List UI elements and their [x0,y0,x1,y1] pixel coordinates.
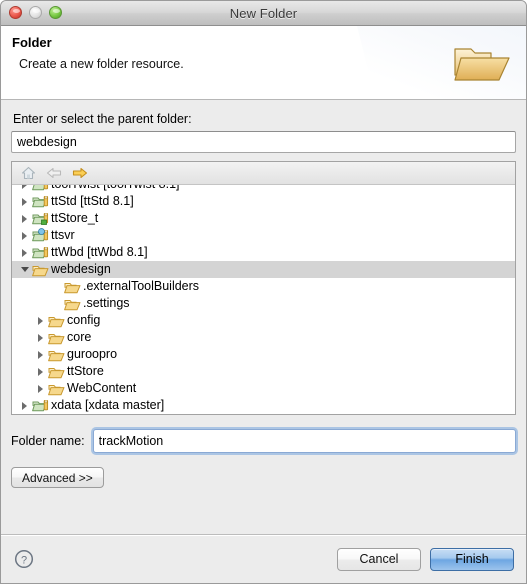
tree-row-label: ttStore_t [51,211,99,226]
tree-row[interactable]: .settings [12,295,515,312]
folder-name-field-wrap [92,429,516,453]
tree-row[interactable]: WebContent [12,380,515,397]
folder-icon [63,296,81,312]
tree-row[interactable]: .externalToolBuilders [12,278,515,295]
window-titlebar: New Folder [1,1,526,26]
tree-row-label: guroopro [67,347,118,362]
new-folder-dialog: New Folder Folder Create a new folder re… [0,0,527,584]
chevron-right-icon[interactable] [34,333,47,342]
chevron-right-icon[interactable] [18,185,31,189]
folder-icon [47,330,65,346]
tree-row[interactable]: webdesign [12,261,515,278]
parent-folder-input[interactable] [11,131,516,153]
tree-row-label: WebContent [67,381,137,396]
chevron-right-icon[interactable] [18,197,31,206]
tree-row[interactable]: config [12,312,515,329]
folder-icon [47,347,65,363]
tree-row-label: .externalToolBuilders [83,279,200,294]
tree-row[interactable]: xdata [xdata master] [12,397,515,414]
folder-icon [47,381,65,397]
project-icon [31,245,49,261]
chevron-right-icon[interactable] [34,350,47,359]
project-icon-decorated [31,211,49,227]
tree-row[interactable]: ttsvr [12,227,515,244]
open-folder-icon [454,48,510,81]
dialog-footer: ? Cancel Finish [1,534,526,583]
folder-name-label: Folder name: [11,434,85,448]
project-icon-globe [31,228,49,244]
help-question-icon[interactable]: ? [13,548,35,570]
chevron-right-icon[interactable] [18,231,31,240]
tree-row-label: webdesign [51,262,111,277]
tree-row[interactable]: ttStore_t [12,210,515,227]
folder-name-row: Folder name: [11,429,516,453]
home-icon[interactable] [18,164,38,182]
tree-row-label: toolTwist [toolTwist 8.1] [51,185,180,191]
tree-row-label: .settings [83,296,130,311]
chevron-right-icon[interactable] [18,214,31,223]
zoom-button[interactable] [49,6,62,19]
back-arrow-icon[interactable] [44,164,64,182]
tree-row-label: config [67,313,101,328]
folder-icon [47,313,65,329]
advanced-button[interactable]: Advanced >> [11,467,104,488]
project-icon [31,185,49,193]
folder-name-input[interactable] [92,429,516,453]
tree-row-label: core [67,330,92,345]
tree-toolbar [12,162,515,185]
chevron-right-icon[interactable] [18,248,31,257]
minimize-button[interactable] [29,6,42,19]
folder-tree-panel: toolTwist [toolTwist 8.1] ttStd [ttStd 8.… [11,161,516,415]
chevron-right-icon[interactable] [34,316,47,325]
chevron-right-icon[interactable] [34,367,47,376]
tree-row-label: ttWbd [ttWbd 8.1] [51,245,148,260]
tree-row[interactable]: toolTwist [toolTwist 8.1] [12,185,515,193]
tree-list: toolTwist [toolTwist 8.1] ttStd [ttStd 8.… [12,185,515,414]
folder-icon [47,364,65,380]
chevron-right-icon[interactable] [34,384,47,393]
finish-button[interactable]: Finish [430,547,514,571]
cancel-button[interactable]: Cancel [337,547,421,571]
chevron-down-icon[interactable] [18,267,31,272]
dialog-body: Enter or select the parent folder: webde… [1,100,526,534]
parent-folder-label: Enter or select the parent folder: [13,112,192,126]
tree-row-label: ttsvr [51,228,75,243]
window-title: New Folder [229,5,298,21]
close-button[interactable] [9,6,22,19]
forward-arrow-icon[interactable] [70,164,90,182]
tree-row[interactable]: ttStore [12,363,515,380]
page-description: Create a new folder resource. [19,57,184,71]
tree-row[interactable]: guroopro [12,346,515,363]
window-controls [9,6,62,19]
tree-row-label: ttStd [ttStd 8.1] [51,194,134,209]
project-icon [31,398,49,414]
tree-row[interactable]: ttWbd [ttWbd 8.1] [12,244,515,261]
chevron-right-icon[interactable] [18,401,31,410]
page-title: Folder [12,35,52,50]
tree-row[interactable]: ttStd [ttStd 8.1] [12,193,515,210]
tree-scroll-area[interactable]: toolTwist [toolTwist 8.1] ttStd [ttStd 8.… [12,185,515,414]
dialog-header: Folder Create a new folder resource. [1,26,526,100]
folder-icon [31,262,49,278]
svg-text:?: ? [21,554,27,566]
folder-icon [63,279,81,295]
tree-row[interactable]: core [12,329,515,346]
tree-row-label: ttStore [67,364,104,379]
project-icon [31,194,49,210]
tree-row-label: xdata [xdata master] [51,398,165,413]
